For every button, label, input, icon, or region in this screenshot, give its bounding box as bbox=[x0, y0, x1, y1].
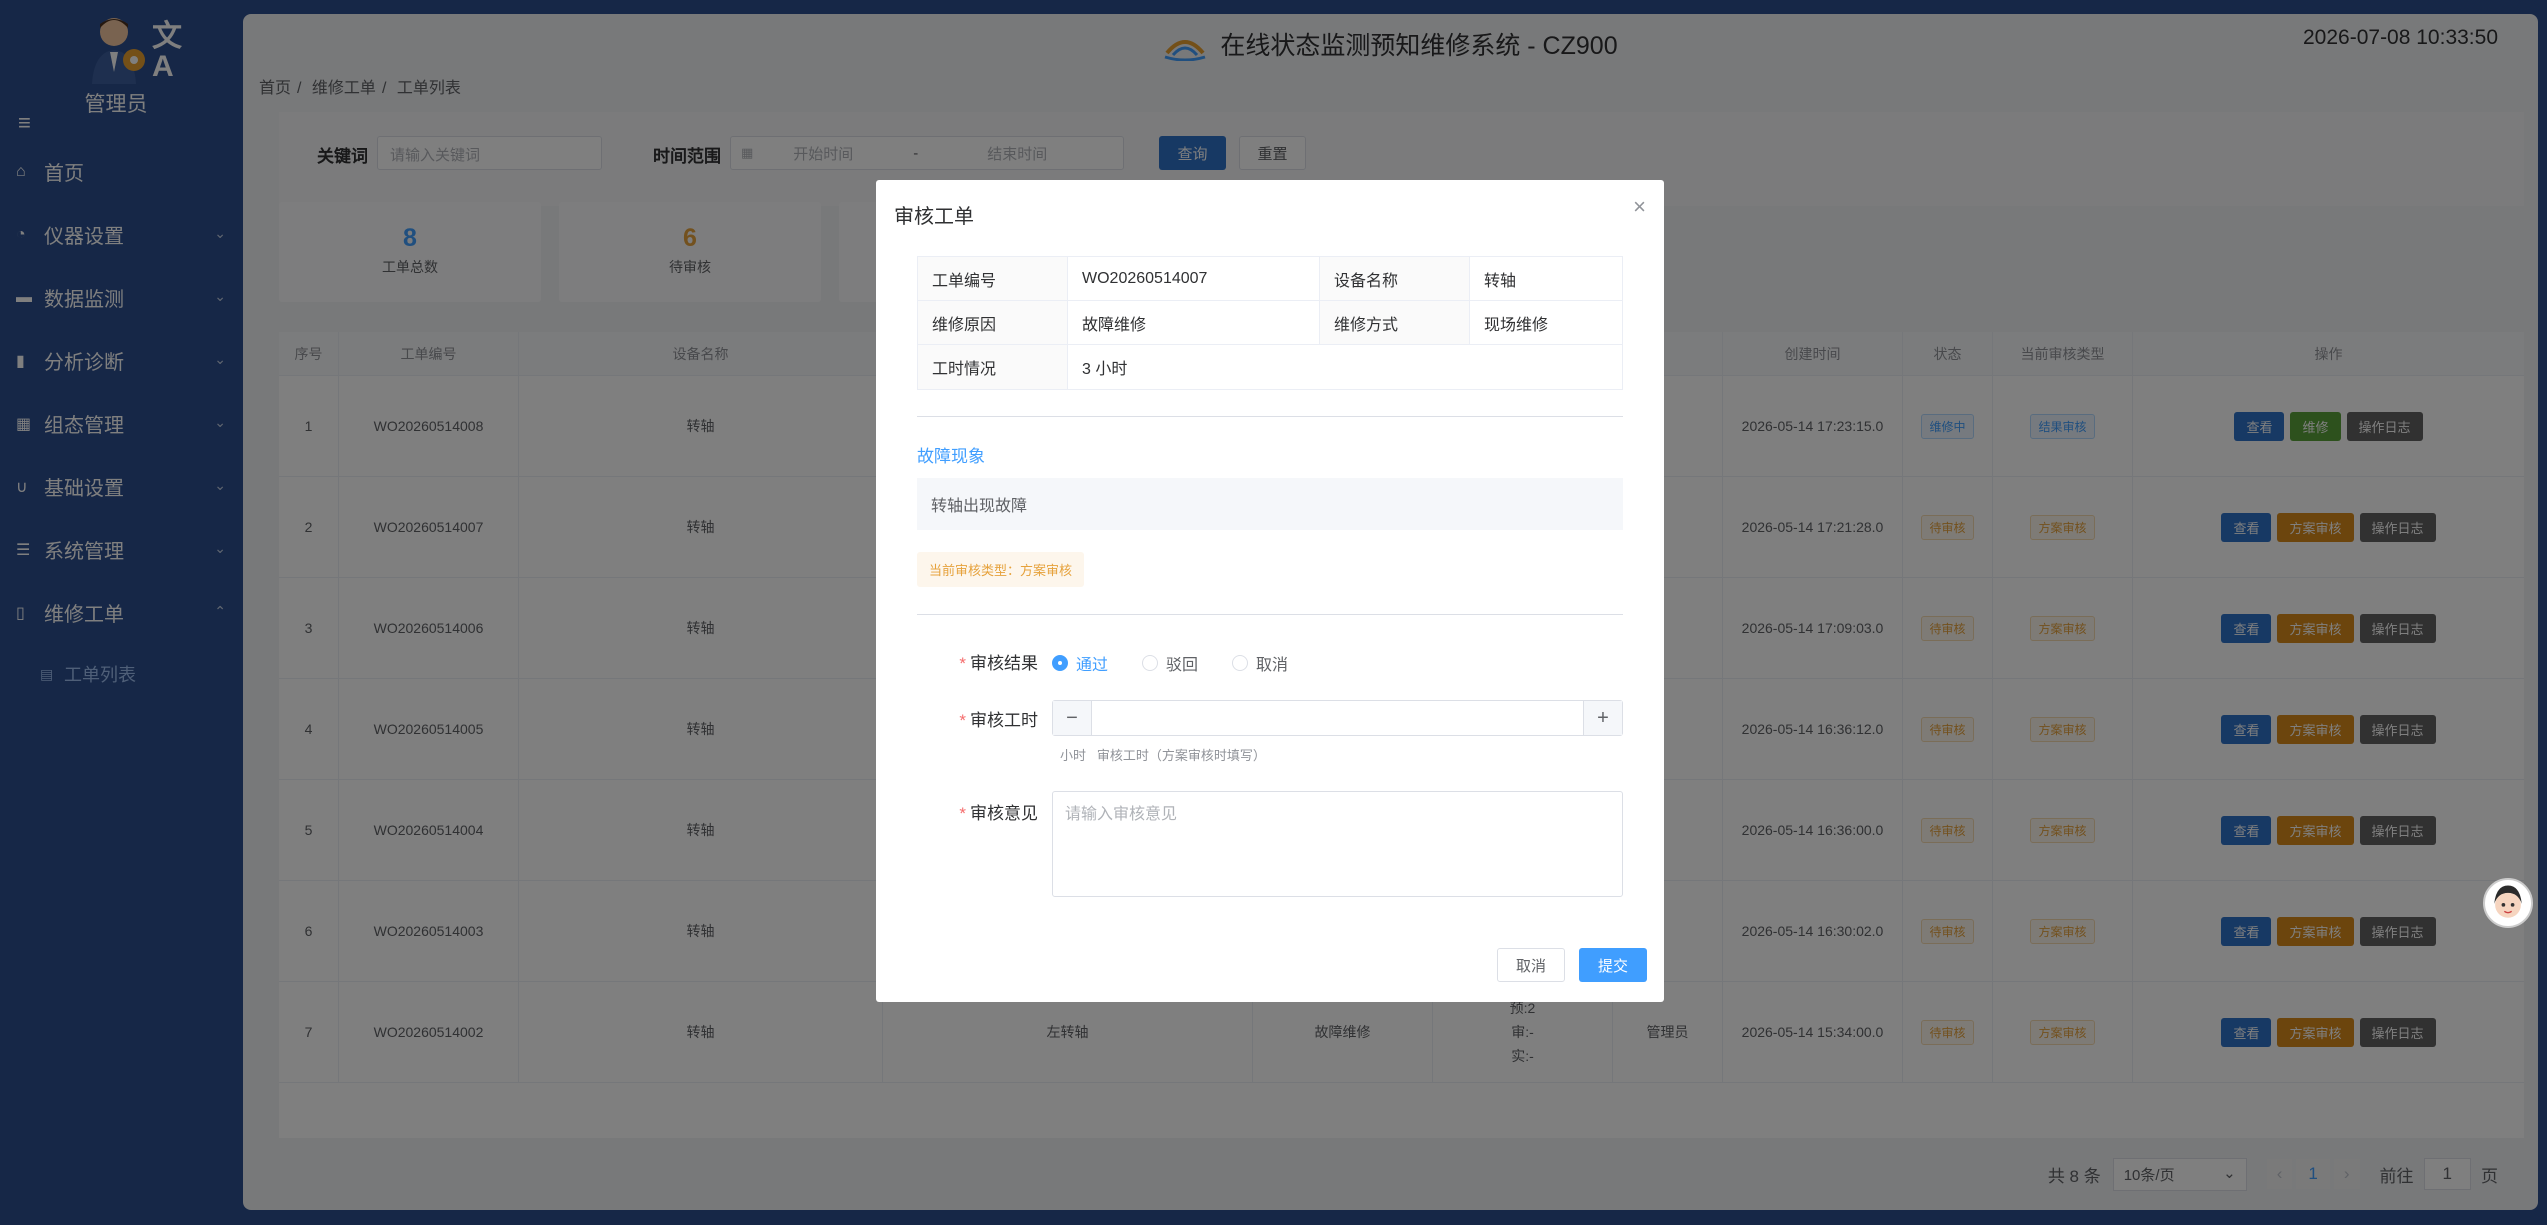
dialog-title: 审核工单 bbox=[894, 206, 974, 228]
detail-key: 维修原因 bbox=[918, 301, 1068, 344]
detail-row: 维修原因 故障维修 维修方式 现场维修 bbox=[918, 301, 1622, 345]
radio-dot bbox=[1232, 655, 1248, 671]
opinion-label-text: 审核意见 bbox=[970, 804, 1038, 823]
close-icon[interactable]: × bbox=[1633, 194, 1646, 220]
detail-value: 3 小时 bbox=[1082, 361, 1128, 378]
result-label: * 审核结果 bbox=[959, 654, 1038, 673]
hours-label-text: 审核工时 bbox=[970, 711, 1038, 730]
opinion-label: * 审核意见 bbox=[959, 804, 1038, 823]
divider bbox=[917, 416, 1623, 417]
detail-key: 工时情况 bbox=[918, 345, 1068, 389]
review-type-tag: 当前审核类型：方案审核 bbox=[917, 552, 1085, 587]
detail-value: 转轴 bbox=[1484, 272, 1517, 290]
hours-hint: 小时 审核工时（方案审核时填写） bbox=[1060, 748, 1266, 763]
radio-label: 取消 bbox=[1256, 657, 1289, 674]
radio-cancel[interactable]: 取消 bbox=[1232, 651, 1288, 675]
detail-value: WO20260514007 bbox=[1068, 257, 1320, 300]
detail-row: 工单编号 WO20260514007 设备名称 转轴 bbox=[918, 257, 1622, 301]
detail-key: 维修方式 bbox=[1320, 301, 1470, 344]
detail-row: 工时情况 3 小时 bbox=[918, 345, 1622, 389]
hours-stepper: − + bbox=[1052, 700, 1623, 736]
assistant-face-icon bbox=[2494, 885, 2522, 918]
radio-reject[interactable]: 驳回 bbox=[1142, 651, 1198, 675]
fault-section-title: 故障现象 bbox=[917, 447, 985, 466]
radio-label: 通过 bbox=[1076, 657, 1109, 674]
review-dialog: 审核工单 × 工单编号 WO20260514007 设备名称 转轴 维修原因 故… bbox=[876, 180, 1664, 1002]
detail-value: 现场维修 bbox=[1484, 316, 1549, 334]
hours-label: * 审核工时 bbox=[959, 711, 1038, 730]
radio-dot bbox=[1142, 655, 1158, 671]
order-details: 工单编号 WO20260514007 设备名称 转轴 维修原因 故障维修 维修方… bbox=[917, 256, 1623, 390]
detail-key: 设备名称 bbox=[1320, 257, 1470, 300]
detail-value: 故障维修 bbox=[1068, 301, 1320, 344]
increment-button[interactable]: + bbox=[1584, 701, 1622, 735]
radio-dot bbox=[1052, 655, 1068, 671]
opinion-textarea[interactable]: 请输入审核意见 bbox=[1052, 791, 1623, 897]
detail-key: 工单编号 bbox=[918, 257, 1068, 300]
decrement-button[interactable]: − bbox=[1053, 701, 1091, 735]
result-label-text: 审核结果 bbox=[970, 654, 1038, 673]
assistant-avatar-icon[interactable] bbox=[2483, 878, 2533, 928]
hours-input[interactable] bbox=[1091, 701, 1584, 735]
radio-label: 驳回 bbox=[1166, 657, 1199, 674]
submit-button[interactable]: 提交 bbox=[1579, 948, 1647, 982]
fault-description: 转轴出现故障 bbox=[917, 478, 1623, 530]
cancel-button[interactable]: 取消 bbox=[1497, 948, 1565, 982]
radio-approve[interactable]: 通过 bbox=[1052, 651, 1108, 675]
divider bbox=[917, 614, 1623, 615]
